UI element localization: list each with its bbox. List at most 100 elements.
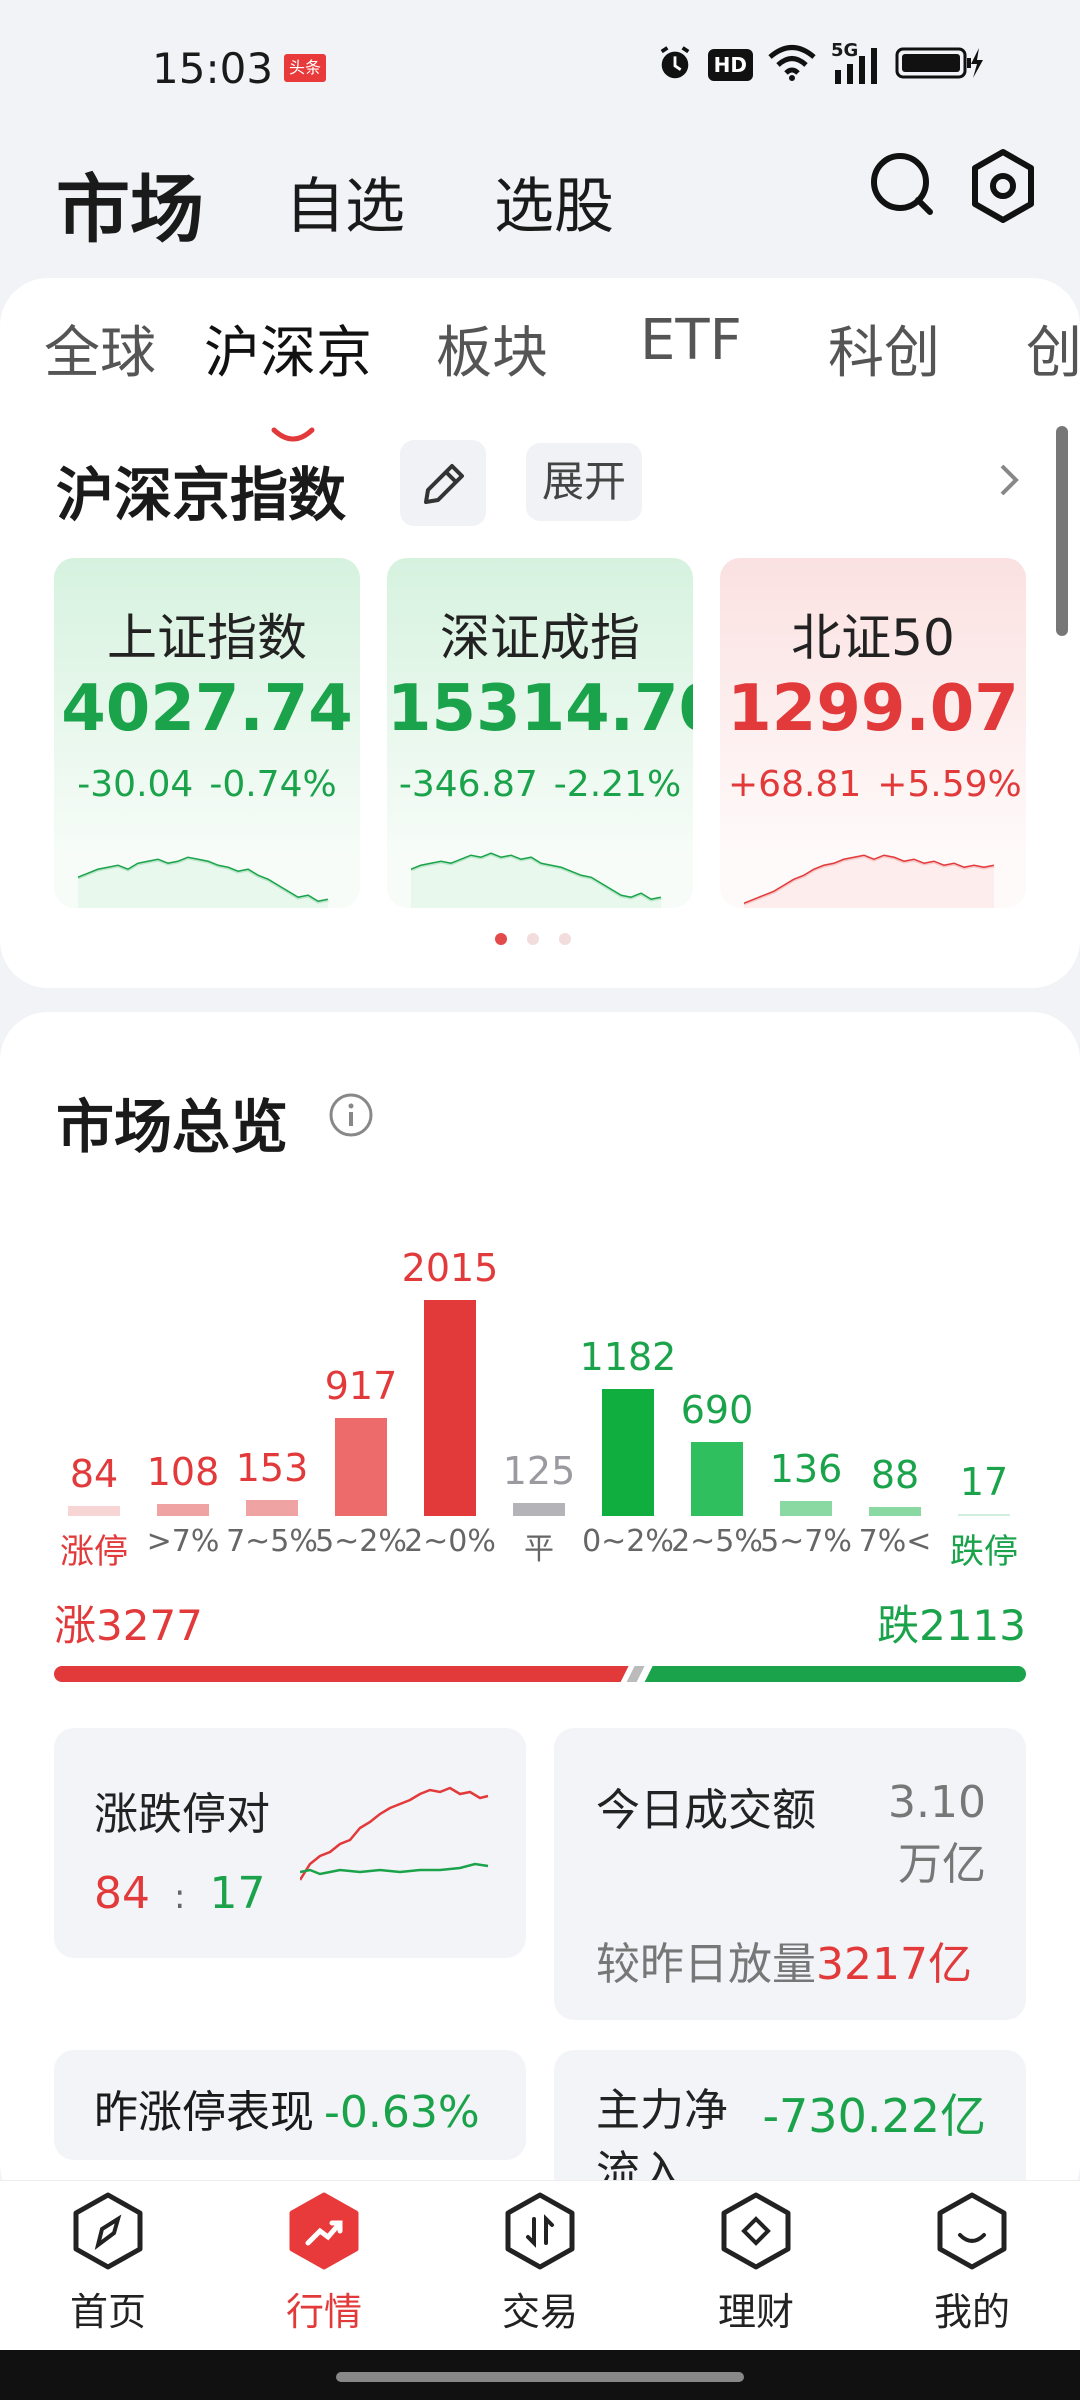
yesterday-row: 昨涨停表现 -0.63%: [94, 2076, 480, 2140]
distribution-bar: [68, 1506, 120, 1516]
wifi-icon: [767, 44, 817, 86]
distribution-bar-value: 136: [769, 1447, 843, 1492]
distribution-bar-label: 平: [524, 1532, 554, 1567]
distribution-bar-value: 84: [69, 1452, 119, 1496]
system-home-bar: [0, 2350, 1080, 2400]
distribution-bar-value: 108: [146, 1450, 220, 1495]
distribution-bar-label: >7%: [146, 1524, 220, 1559]
alarm-icon: [656, 44, 694, 86]
tab-stock-picker[interactable]: 选股: [494, 158, 614, 245]
distribution-bar: [691, 1442, 743, 1516]
nav-profile[interactable]: 我的: [902, 2191, 1042, 2336]
tab-watchlist[interactable]: 自选: [285, 158, 405, 245]
page-title: 市场: [56, 167, 204, 253]
index-change-value: +68.81: [728, 764, 862, 805]
index-change-pct: -2.21%: [553, 764, 682, 805]
rise-fall-ratio-bar: [54, 1666, 1026, 1682]
market-tabs: 全球 沪深京 板块 ETF 科创 创: [0, 308, 1080, 442]
profile-icon: [937, 2192, 1007, 2270]
rise-segment: [54, 1666, 629, 1682]
distribution-bar: [602, 1389, 654, 1516]
tab-star-market[interactable]: 科创: [828, 308, 940, 389]
carousel-dot-active[interactable]: [495, 933, 507, 945]
index-change-pct: +5.59%: [877, 764, 1022, 805]
index-card-shenzhen[interactable]: 深证成指 15314.70 -346.87 -2.21%: [387, 558, 693, 908]
status-icons: HD 5G: [656, 40, 985, 86]
distribution-bar-value: 1182: [579, 1335, 677, 1380]
distribution-bar-value: 2015: [401, 1246, 499, 1290]
index-change: -346.87 -2.21%: [387, 764, 693, 805]
index-card-beizheng50[interactable]: 北证50 1299.07 +68.81 +5.59%: [720, 558, 1026, 908]
index-price: 15314.70: [387, 672, 693, 746]
fall-segment: [644, 1666, 1026, 1682]
yesterday-limit-box[interactable]: 昨涨停表现 -0.63%: [54, 2050, 526, 2160]
nav-home[interactable]: 首页: [38, 2191, 178, 2336]
turnover-label: 今日成交额: [596, 1785, 816, 1836]
flat-segment: [626, 1666, 645, 1682]
distribution-bar-value: 153: [235, 1445, 309, 1490]
tab-chinext[interactable]: 创: [1026, 308, 1080, 389]
scrollbar[interactable]: [1056, 426, 1068, 636]
distribution-bar-label: 5~7%: [760, 1524, 852, 1559]
hd-icon: HD: [707, 49, 753, 81]
limit-pair-label: 涨跌停对: [94, 1789, 270, 1840]
compass-icon: [73, 2192, 143, 2270]
index-price: 4027.74: [61, 672, 353, 746]
index-change-value: -346.87: [398, 764, 538, 805]
carousel-dot[interactable]: [527, 933, 539, 945]
carousel-dots: [495, 933, 571, 945]
tab-hushenjing[interactable]: 沪深京: [204, 308, 372, 389]
rise-count: 涨3277: [54, 1601, 203, 1650]
nav-trade[interactable]: 交易: [470, 2191, 610, 2336]
carousel-dot[interactable]: [559, 933, 571, 945]
distribution-bar-label: 2~5%: [671, 1524, 763, 1559]
nav-label: 行情: [285, 2290, 362, 2334]
distribution-bar-value: 17: [959, 1460, 1009, 1504]
yesterday-value: -0.63%: [324, 2087, 480, 2138]
distribution-bar: [513, 1502, 565, 1516]
top-header: 市场 自选 选股: [0, 130, 1080, 275]
distribution-bar: [958, 1514, 1010, 1516]
edit-button[interactable]: [400, 440, 486, 526]
home-indicator[interactable]: [336, 2372, 744, 2382]
limit-up-count: 84: [94, 1868, 150, 1919]
nav-label: 我的: [933, 2290, 1010, 2334]
distribution-bar-label: 7~5%: [226, 1524, 318, 1559]
turnover-box[interactable]: 今日成交额 3.10万亿 较昨日放量3217亿: [554, 1728, 1026, 2020]
distribution-bar-label: 2~0%: [404, 1524, 496, 1559]
limit-pair-values: 84 : 17: [94, 1868, 265, 1919]
market-trend-icon: [289, 2192, 359, 2270]
distribution-bar: [780, 1501, 832, 1516]
index-sparkline: [744, 854, 995, 908]
nav-market[interactable]: 行情: [254, 2191, 394, 2336]
index-change: +68.81 +5.59%: [720, 764, 1026, 805]
index-price: 1299.07: [727, 672, 1019, 746]
distribution-bar-chart: 84 涨停 108 >7% 153 7~5% 917 5~2% 2015 2~0% 125 平 1182…: [0, 1012, 1080, 1612]
distribution-bar: [246, 1499, 298, 1516]
status-bar: 15:03 头条 HD 5G: [0, 0, 1080, 130]
index-card: 全球 沪深京 板块 ETF 科创 创 沪深京指数 展开 上证指数 4027.74…: [0, 278, 1080, 988]
tab-sectors[interactable]: 板块: [436, 308, 548, 389]
search-icon[interactable]: [868, 150, 938, 220]
battery-icon: [895, 44, 985, 86]
index-change-value: -30.04: [77, 764, 194, 805]
tab-etf[interactable]: ETF: [640, 308, 742, 373]
distribution-bar-label: 0~2%: [582, 1524, 674, 1559]
netflow-value: -730.22亿: [762, 2089, 986, 2143]
chevron-right-icon[interactable]: [994, 458, 1024, 502]
index-sparkline: [411, 852, 662, 908]
index-sparkline: [78, 856, 329, 908]
index-name: 上证指数: [107, 609, 307, 667]
nav-wealth[interactable]: 理财: [686, 2191, 826, 2336]
limit-pair-box[interactable]: 涨跌停对 84 : 17: [54, 1728, 526, 1958]
limit-down-count: 17: [209, 1868, 266, 1919]
index-card-shanghai[interactable]: 上证指数 4027.74 -30.04 -0.74%: [54, 558, 360, 908]
distribution-bar-value: 88: [870, 1452, 920, 1497]
distribution-bar-label: 跌停: [950, 1532, 1018, 1572]
trade-icon: [505, 2192, 575, 2270]
expand-button[interactable]: 展开: [526, 443, 642, 521]
distribution-bar: [335, 1417, 387, 1516]
settings-icon[interactable]: [968, 148, 1038, 224]
active-tab-indicator: [271, 427, 315, 442]
tab-global[interactable]: 全球: [44, 308, 156, 389]
